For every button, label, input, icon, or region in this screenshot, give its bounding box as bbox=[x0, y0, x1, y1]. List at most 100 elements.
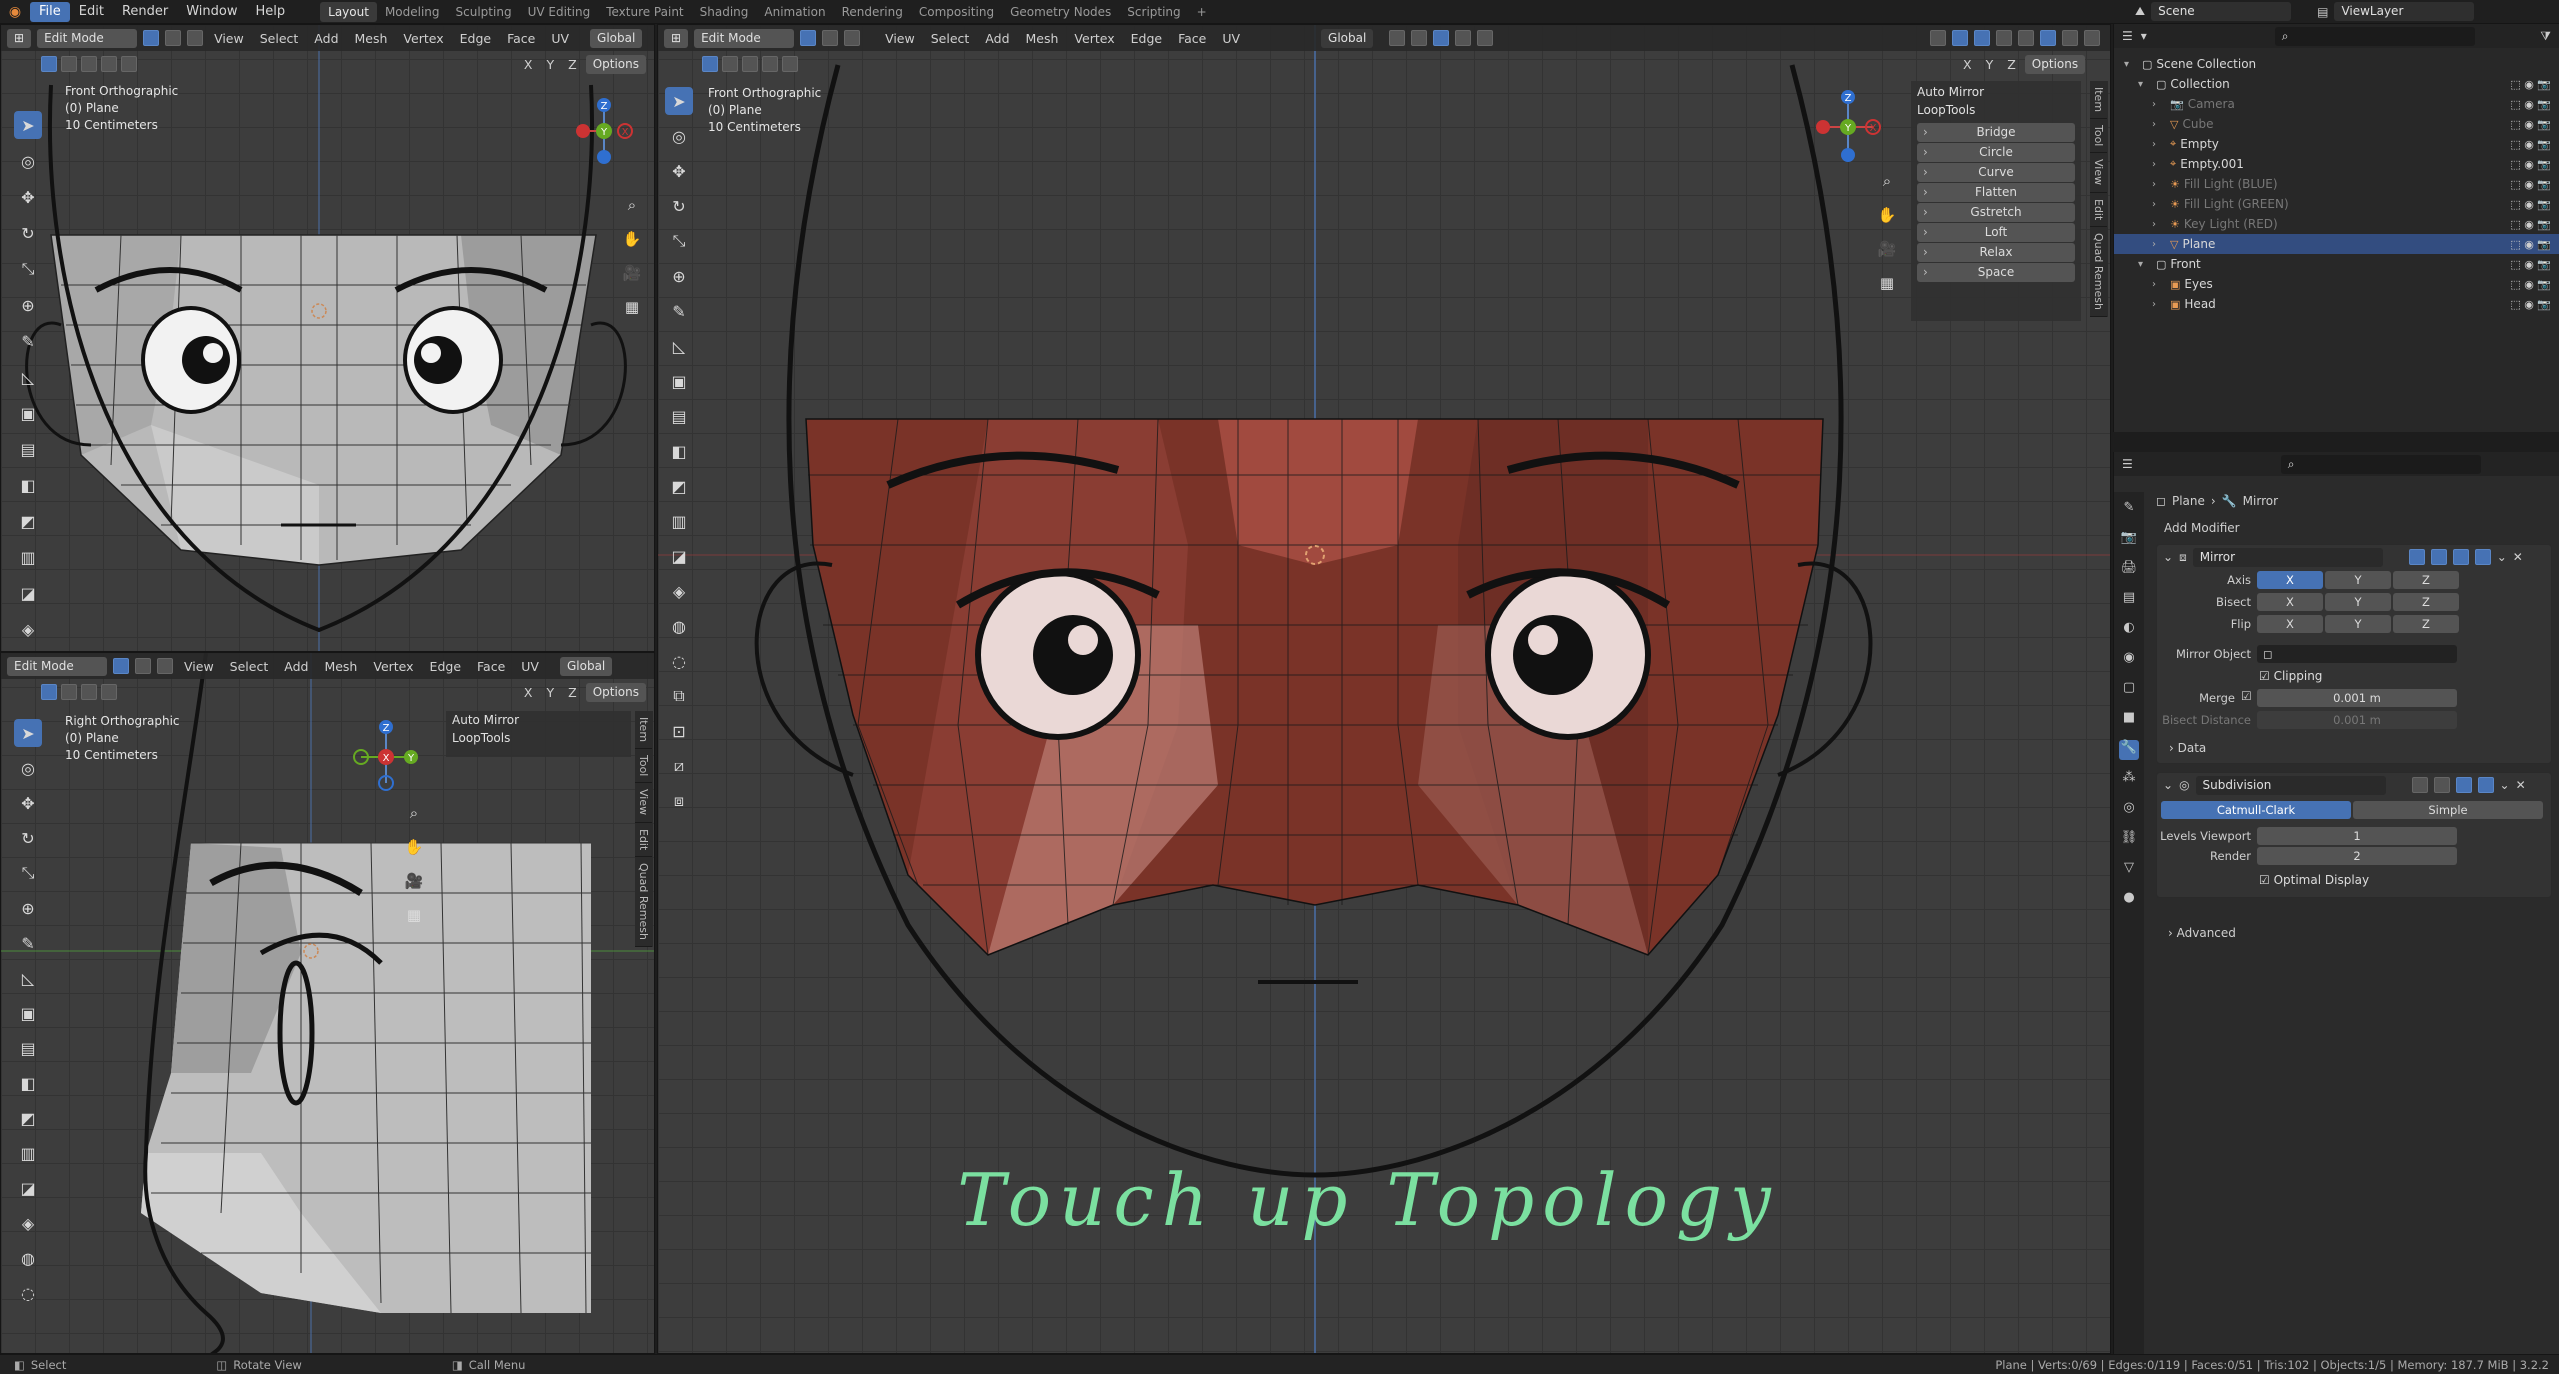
select-tool-icon[interactable]: ➤ bbox=[14, 719, 42, 747]
options-button[interactable]: Options bbox=[585, 55, 646, 74]
select-tool-icon[interactable]: ➤ bbox=[665, 87, 693, 115]
looptools-bridge-button[interactable]: Bridge bbox=[1917, 123, 2075, 142]
spin-tool-icon[interactable]: ◍ bbox=[14, 1244, 42, 1272]
knife-tool-icon[interactable]: ◪ bbox=[665, 542, 693, 570]
looptools-gstretch-button[interactable]: Gstretch bbox=[1917, 203, 2075, 222]
outliner-row[interactable]: ▾ ▢ Collection ⬚ ◉ 📷 bbox=[2114, 74, 2559, 94]
menu-face[interactable]: Face bbox=[502, 31, 540, 46]
move-tool-icon[interactable]: ✥ bbox=[14, 789, 42, 817]
zoom-icon[interactable]: ⌕ bbox=[1873, 167, 1901, 195]
menu-view[interactable]: View bbox=[880, 31, 920, 46]
camera-view-icon[interactable]: 🎥 bbox=[400, 867, 428, 895]
bisect-distance-field[interactable]: 0.001 m bbox=[2257, 711, 2457, 729]
select-subtract-button[interactable] bbox=[742, 56, 758, 72]
menu-add[interactable]: Add bbox=[279, 659, 313, 674]
bisect-y-button[interactable]: Y bbox=[2325, 593, 2391, 611]
tab-scripting[interactable]: Scripting bbox=[1119, 2, 1188, 22]
vertex-select-button[interactable] bbox=[800, 30, 817, 46]
smooth-tool-icon[interactable]: ◌ bbox=[14, 1279, 42, 1307]
select-extend-button[interactable] bbox=[61, 56, 77, 72]
select-new-button[interactable] bbox=[702, 56, 718, 72]
axis-z-button[interactable]: Z bbox=[2393, 571, 2459, 589]
spin-tool-icon[interactable]: ◍ bbox=[665, 612, 693, 640]
render-toggle[interactable] bbox=[2474, 549, 2491, 565]
transform-tool-icon[interactable]: ⊕ bbox=[14, 291, 42, 319]
expand-arrow-icon[interactable]: › bbox=[2152, 219, 2164, 230]
add-cube-tool-icon[interactable]: ▣ bbox=[14, 999, 42, 1027]
select-tool-icon[interactable]: ➤ bbox=[14, 111, 42, 139]
add-workspace-button[interactable]: + bbox=[1189, 2, 1215, 22]
menu-edge[interactable]: Edge bbox=[425, 659, 466, 674]
proportional-edit-icon[interactable] bbox=[1455, 30, 1472, 46]
knife-tool-icon[interactable]: ◪ bbox=[14, 579, 42, 607]
wireframe-shading-icon[interactable] bbox=[2018, 30, 2034, 46]
menu-window[interactable]: Window bbox=[177, 2, 246, 22]
tab-layout[interactable]: Layout bbox=[320, 1, 377, 22]
add-modifier-button[interactable]: Add Modifier bbox=[2156, 518, 2552, 538]
tab-tool[interactable]: Tool bbox=[635, 749, 652, 784]
auto-mirror-header[interactable]: Auto Mirror bbox=[446, 711, 631, 729]
inset-tool-icon[interactable]: ◧ bbox=[14, 1069, 42, 1097]
outliner-row[interactable]: › ⌖ Empty ⬚ ◉ 📷 bbox=[2114, 134, 2559, 154]
move-tool-icon[interactable]: ✥ bbox=[665, 157, 693, 185]
render-tab-icon[interactable]: 📷 bbox=[2119, 530, 2139, 550]
output-tab-icon[interactable]: 🖨 bbox=[2119, 560, 2139, 580]
mode-selector[interactable]: Edit Mode bbox=[694, 28, 795, 48]
select-invert-button[interactable] bbox=[101, 684, 117, 700]
tab-quad-remesh[interactable]: Quad Remesh bbox=[2090, 227, 2107, 317]
axis-x-toggle[interactable]: X bbox=[519, 685, 538, 700]
outliner-row[interactable]: › ▽ Cube ⬚ ◉ 📷 bbox=[2114, 114, 2559, 134]
menu-edit[interactable]: Edit bbox=[70, 2, 113, 22]
outliner-row[interactable]: › ⌖ Empty.001 ⬚ ◉ 📷 bbox=[2114, 154, 2559, 174]
data-subpanel[interactable]: › Data bbox=[2169, 741, 2206, 755]
pan-icon[interactable]: ✋ bbox=[400, 833, 428, 861]
cursor-tool-icon[interactable]: ◎ bbox=[14, 147, 42, 175]
mode-selector[interactable]: Edit Mode bbox=[7, 656, 107, 676]
menu-face[interactable]: Face bbox=[1173, 31, 1211, 46]
cursor-tool-icon[interactable]: ◎ bbox=[14, 754, 42, 782]
menu-add[interactable]: Add bbox=[980, 31, 1014, 46]
move-tool-icon[interactable]: ✥ bbox=[14, 183, 42, 211]
scene-icon[interactable]: ⛰ bbox=[2135, 4, 2145, 19]
tab-uv-editing[interactable]: UV Editing bbox=[520, 2, 599, 22]
viewport-front-small[interactable]: ⊞ Edit Mode View Select Add Mesh Vertex … bbox=[0, 24, 655, 652]
levels-viewport-field[interactable]: 1 bbox=[2257, 827, 2457, 845]
xray-toggle-icon[interactable] bbox=[1996, 30, 2012, 46]
viewport-main[interactable]: ⊞ Edit Mode View Select Add Mesh Vertex … bbox=[657, 24, 2111, 1354]
menu-mesh[interactable]: Mesh bbox=[319, 659, 362, 674]
properties-search-input[interactable]: ⌕ bbox=[2280, 454, 2481, 474]
menu-edge[interactable]: Edge bbox=[455, 31, 496, 46]
constraints-tab-icon[interactable]: ⛓ bbox=[2119, 830, 2139, 850]
expand-arrow-icon[interactable]: ▾ bbox=[2138, 259, 2150, 270]
outliner-row[interactable]: › ▣ Head ⬚ ◉ 📷 bbox=[2114, 294, 2559, 314]
select-intersect-button[interactable] bbox=[782, 56, 798, 72]
outliner-search-input[interactable]: ⌕ bbox=[2274, 26, 2475, 46]
auto-mirror-header[interactable]: Auto Mirror bbox=[1911, 83, 2081, 101]
rotate-tool-icon[interactable]: ↻ bbox=[14, 824, 42, 852]
axis-y-button[interactable]: Y bbox=[2325, 571, 2391, 589]
options-button[interactable]: Options bbox=[2024, 55, 2086, 74]
flip-x-button[interactable]: X bbox=[2257, 615, 2323, 633]
flip-y-button[interactable]: Y bbox=[2325, 615, 2391, 633]
tab-modeling[interactable]: Modeling bbox=[377, 2, 448, 22]
camera-view-icon[interactable]: 🎥 bbox=[1873, 235, 1901, 263]
data-tab-icon[interactable]: ▽ bbox=[2119, 860, 2139, 880]
simple-button[interactable]: Simple bbox=[2353, 801, 2543, 819]
annotate-tool-icon[interactable]: ✎ bbox=[665, 297, 693, 325]
axis-y-toggle[interactable]: Y bbox=[1981, 57, 1999, 72]
falloff-icon[interactable] bbox=[1477, 30, 1494, 46]
pivot-icon[interactable] bbox=[1389, 30, 1406, 46]
visibility-toggles[interactable]: ⬚ ◉ 📷 bbox=[2510, 238, 2551, 251]
looptools-relax-button[interactable]: Relax bbox=[1917, 243, 2075, 262]
menu-file[interactable]: File bbox=[30, 1, 70, 22]
visibility-toggles[interactable]: ⬚ ◉ 📷 bbox=[2510, 278, 2551, 291]
viewlayer-icon[interactable]: ▤ bbox=[2317, 5, 2328, 19]
render-levels-field[interactable]: 2 bbox=[2257, 847, 2457, 865]
expand-arrow-icon[interactable]: › bbox=[2152, 279, 2164, 290]
optimal-display-checkbox[interactable]: ☑ Optimal Display bbox=[2259, 873, 2369, 887]
bevel-tool-icon[interactable]: ◩ bbox=[14, 507, 42, 535]
loopcut-tool-icon[interactable]: ▥ bbox=[665, 507, 693, 535]
outliner-row[interactable]: › ☀ Fill Light (BLUE) ⬚ ◉ 📷 bbox=[2114, 174, 2559, 194]
nav-gizmo[interactable]: Z Y X bbox=[561, 91, 641, 191]
viewport-right-small[interactable]: Edit Mode View Select Add Mesh Vertex Ed… bbox=[0, 652, 655, 1354]
